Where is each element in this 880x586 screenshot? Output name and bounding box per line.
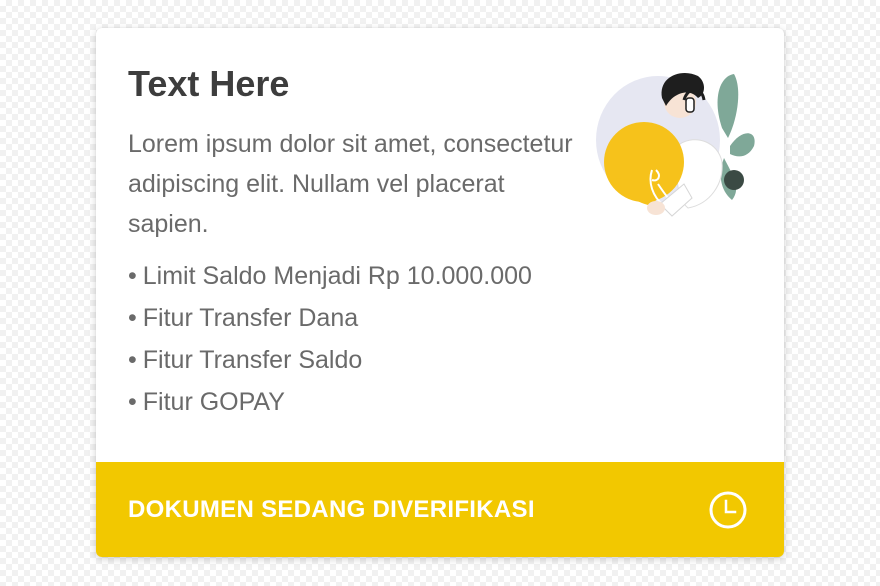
feature-item: • Limit Saldo Menjadi Rp 10.000.000: [128, 255, 532, 297]
feature-label: Fitur Transfer Saldo: [142, 346, 363, 374]
card-title: Text Here: [128, 63, 290, 104]
verification-status-banner: DOKUMEN SEDANG DIVERIFIKASI: [96, 462, 784, 557]
feature-item: • Fitur GOPAY: [128, 381, 532, 423]
bullet-icon: •: [128, 304, 137, 332]
person-holding-lightbulb-illustration: [596, 72, 755, 217]
feature-label: Fitur Transfer Dana: [142, 304, 359, 332]
feature-item: • Fitur Transfer Dana: [128, 297, 532, 339]
bullet-icon: •: [128, 262, 137, 290]
bullet-icon: •: [128, 346, 137, 374]
verification-status-label: DOKUMEN SEDANG DIVERIFIKASI: [128, 496, 535, 523]
card-description: Lorem ipsum dolor sit amet, consectetur …: [128, 130, 573, 238]
status-card: Text Here Lorem ipsum dolor sit amet, co…: [96, 28, 784, 557]
feature-item: • Fitur Transfer Saldo: [128, 339, 532, 381]
card-body: Text Here Lorem ipsum dolor sit amet, co…: [96, 28, 784, 462]
clock-icon: [709, 491, 747, 529]
bullet-icon: •: [128, 388, 137, 416]
feature-label: Limit Saldo Menjadi Rp 10.000.000: [142, 262, 532, 290]
feature-list: • Limit Saldo Menjadi Rp 10.000.000 • Fitu…: [128, 255, 532, 423]
feature-label: Fitur GOPAY: [142, 388, 285, 416]
